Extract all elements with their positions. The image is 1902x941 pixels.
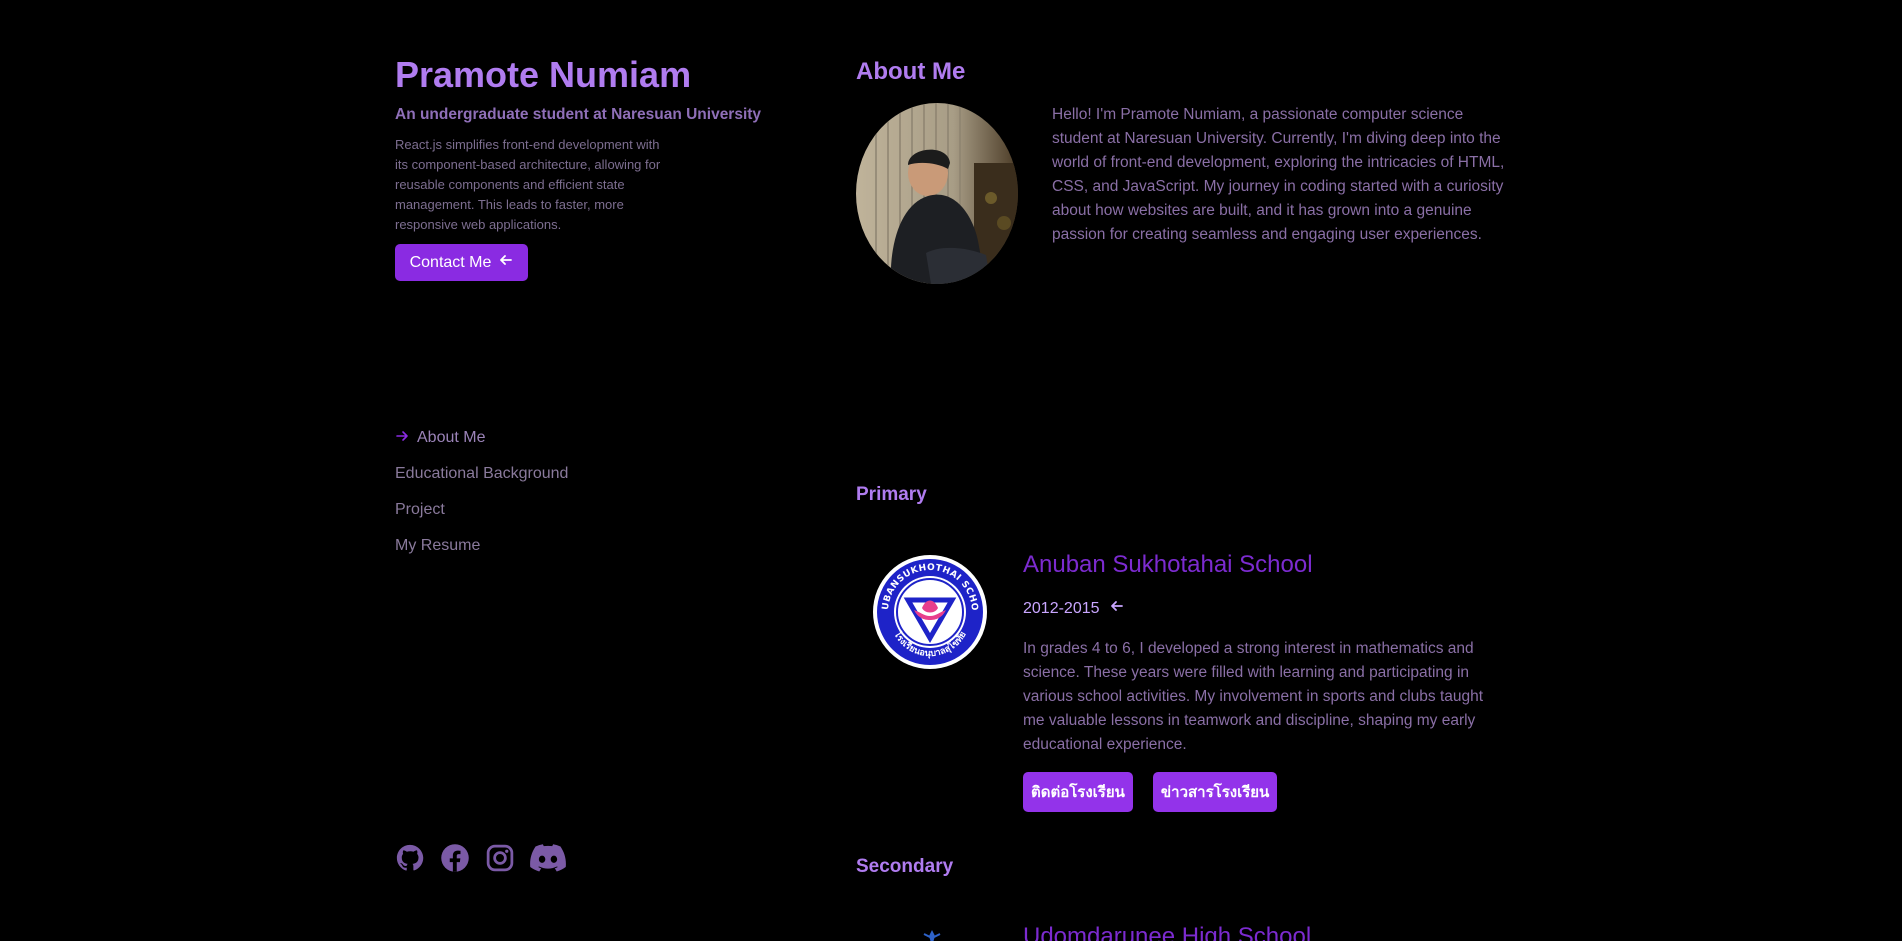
primary-school-actions: ติดต่อโรงเรียน ข่าวสารโรงเรียน [1023,772,1278,812]
contact-me-button[interactable]: Contact Me [395,244,528,281]
nav-item-label: Project [395,501,445,518]
about-me-heading: About Me [856,58,966,85]
facebook-icon[interactable] [440,843,470,873]
primary-school-years: 2012-2015 [1023,599,1124,618]
nav-item-my-resume[interactable]: My Resume [395,534,568,558]
profile-name: Pramote Numiam [395,54,692,95]
secondary-school-logo-icon [920,926,944,941]
contact-me-label: Contact Me [409,253,492,271]
main-content: About Me Hello! I'm Pramote Numiam, a pa… [856,0,1506,941]
nav-item-label: Educational Background [395,465,569,482]
github-icon[interactable] [395,843,425,873]
secondary-school-name[interactable]: Udomdarunee High School [1023,923,1311,941]
nav-item-educational-background[interactable]: Educational Background [395,462,568,486]
discord-icon[interactable] [530,843,566,873]
nav-item-about-me[interactable]: About Me [395,426,568,450]
profile-blurb: React.js simplifies front-end developmen… [395,137,661,232]
years-label: 2012-2015 [1023,599,1100,617]
school-logo: ANUBANSUKHOTHAI SCHOOL โรงเรียนอนุบาลสุโ… [872,554,988,670]
primary-school-description: In grades 4 to 6, I developed a strong i… [1023,640,1484,753]
primary-school-name[interactable]: Anuban Sukhotahai School [1023,551,1313,579]
profile-sidebar: Pramote Numiam An undergraduate student … [395,0,815,941]
about-me-text: Hello! I'm Pramote Numiam, a passionate … [1052,106,1505,243]
arrow-right-icon [395,429,409,448]
arrow-left-icon [1110,599,1124,618]
portfolio-page: Pramote Numiam An undergraduate student … [0,0,1902,941]
profile-subtitle: An undergraduate student at Naresuan Uni… [395,106,762,123]
school-news-button[interactable]: ข่าวสารโรงเรียน [1152,772,1278,812]
nav-item-project[interactable]: Project [395,498,568,522]
contact-school-button[interactable]: ติดต่อโรงเรียน [1023,772,1133,812]
instagram-icon[interactable] [485,843,515,873]
primary-heading: Primary [856,484,927,505]
profile-photo [856,103,1018,284]
social-links [395,843,566,873]
nav-item-label: About Me [417,429,486,446]
section-nav: About Me Educational Background Project … [395,426,568,570]
secondary-heading: Secondary [856,856,954,877]
nav-item-label: My Resume [395,537,481,554]
arrow-left-icon [499,253,513,272]
